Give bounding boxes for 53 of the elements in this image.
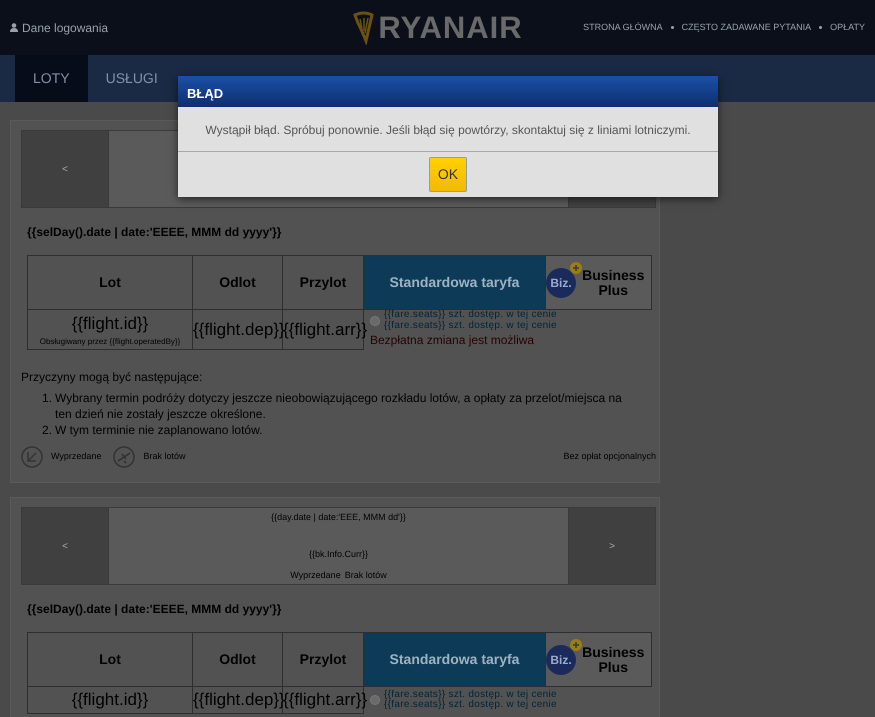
legend-label: Wyprzedane [51, 450, 102, 464]
login-link[interactable]: Dane logowania [22, 18, 108, 36]
nav-link[interactable]: STRONA GŁÓWNA [583, 20, 663, 34]
harp-icon [352, 10, 374, 44]
legend-label: Brak lotów [143, 450, 186, 464]
seats-text: {{fare.seats}} szt. dostęp. w tej cenie [384, 320, 557, 331]
column-header: Lot [28, 256, 192, 310]
legend-note: Bez opłat opcjonalnych [563, 450, 656, 464]
departure-time: {{flight.dep}} [192, 310, 282, 349]
seats-text: {{fare.seats}} szt. dostęp. w tej cenie [384, 690, 557, 700]
operated-by-text: Obsługiwany przez {{flight.operatedBy}} [38, 336, 182, 348]
fare-radio[interactable] [370, 695, 380, 706]
column-header: Business Plus [576, 256, 652, 310]
separator-dot [670, 26, 674, 29]
flight-id: {{flight.id}} [70, 689, 150, 712]
dialog-message: Wystąpił błąd. Spróbuj ponownie. Jeśli błąd się powtórzy, skontaktuj się z liniami lotniczymi. [178, 107, 718, 152]
seats-text: {{fare.seats}} szt. dostęp. w tej cenie [384, 700, 557, 711]
separator-dot [819, 26, 822, 29]
nav-tab[interactable]: USŁUGI [88, 55, 176, 102]
previous-day-button[interactable]: < [22, 508, 108, 584]
fare-note: Bezpłatna zmiana jest możliwa [370, 332, 536, 349]
column-header: Lot [28, 632, 192, 687]
day-text: {{bk.Info.Curr}} [308, 548, 368, 561]
list-number: 2. [40, 422, 53, 438]
date-heading: {{selDay().date | date:'EEEE, MMM dd yyyy'}} [27, 601, 282, 618]
fare-radio[interactable] [370, 316, 380, 326]
nav-tab[interactable]: LOTY [15, 55, 88, 102]
column-header: Standardowa taryfa [364, 632, 546, 687]
departure-time: {{flight.dep}} [192, 686, 282, 714]
user-icon [10, 23, 18, 32]
nav-link[interactable]: OPŁATY [830, 20, 865, 34]
reason-item: W tym terminie nie zaplanowano lotów. [55, 422, 262, 438]
status-text: Brak lotów [344, 569, 387, 582]
reason-item: Wybrany termin podróży dotyczy jeszcze nieobowiązującego rozkładu lotów, a opłaty za przelot/miejsca na ten dzień nie zostały jeszcze określone. [55, 390, 623, 422]
sold-out-icon [21, 446, 43, 468]
nav-link[interactable]: CZĘSTO ZADAWANE PYTANIA [682, 20, 812, 34]
day-card[interactable]: {{day.date | date:'EEE, MMM dd'}} {{bk.Info.Curr}} Wyprzedane Brak lotów [108, 508, 569, 584]
reasons-intro: Przyczyny mogą być następujące: [21, 368, 204, 386]
column-header: Odlot [192, 632, 282, 687]
column-header: Business Plus [576, 632, 652, 687]
column-header: Standardowa taryfa [364, 256, 546, 310]
seats-text: {{fare.seats}} szt. dostęp. w tej cenie [384, 310, 557, 320]
next-day-button[interactable]: > [569, 508, 655, 584]
date-heading: {{selDay().date | date:'EEEE, MMM dd yyyy'}} [27, 224, 282, 241]
list-number: 1. [40, 390, 53, 406]
day-text: {{day.date | date:'EEE, MMM dd'}} [271, 511, 406, 524]
previous-day-button[interactable]: < [22, 131, 108, 207]
logo-text: RYANAIR [378, 12, 523, 43]
dialog-title: BŁĄD [178, 76, 718, 107]
column-header: Odlot [192, 256, 282, 310]
flight-id: {{flight.id}} [70, 312, 150, 334]
ok-button[interactable]: OK [429, 157, 467, 192]
status-text: Wyprzedane [290, 569, 341, 582]
